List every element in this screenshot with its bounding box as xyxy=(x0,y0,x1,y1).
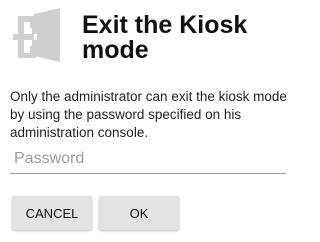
dialog-title: Exit the Kiosk mode xyxy=(82,11,248,64)
dialog-header: Exit the Kiosk mode xyxy=(10,8,290,66)
password-input[interactable] xyxy=(10,144,286,174)
cancel-button[interactable]: CANCEL xyxy=(12,196,92,230)
ok-button[interactable]: OK xyxy=(99,196,179,230)
exit-door-icon xyxy=(13,8,60,62)
dialog-message: Only the administrator can exit the kios… xyxy=(10,89,287,140)
exit-kiosk-dialog: Exit the Kiosk mode Only the administrat… xyxy=(0,0,300,242)
